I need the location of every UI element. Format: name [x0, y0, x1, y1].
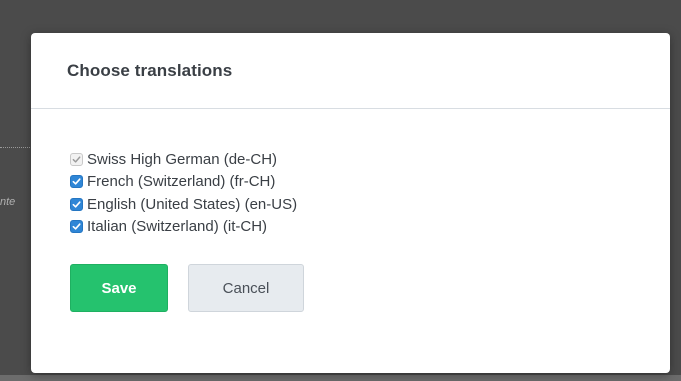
check-icon	[72, 178, 81, 185]
checkbox-en-us[interactable]	[70, 197, 83, 211]
translations-dialog: Choose translations Swiss High German (d…	[31, 33, 670, 373]
option-label: French (Switzerland) (fr-CH)	[87, 173, 276, 191]
background-footer	[0, 375, 681, 381]
option-en-us[interactable]: English (United States) (en-US)	[70, 193, 670, 216]
dialog-title: Choose translations	[67, 60, 233, 80]
dialog-body: Swiss High German (de-CH) French (Switze…	[31, 109, 670, 312]
option-label: Swiss High German (de-CH)	[87, 150, 278, 168]
option-label: English (United States) (en-US)	[87, 195, 298, 213]
checkbox-fr-ch[interactable]	[70, 175, 83, 189]
option-fr-ch[interactable]: French (Switzerland) (fr-CH)	[70, 171, 670, 194]
check-icon	[72, 156, 81, 163]
option-label: Italian (Switzerland) (it-CH)	[87, 218, 268, 236]
background-divider	[0, 147, 30, 148]
cancel-button[interactable]: Cancel	[188, 264, 304, 312]
background-text: nte	[0, 196, 16, 208]
option-it-ch[interactable]: Italian (Switzerland) (it-CH)	[70, 216, 670, 239]
dialog-actions: Save Cancel	[70, 264, 670, 312]
check-icon	[72, 201, 81, 208]
checkbox-de-ch	[70, 152, 83, 166]
save-button[interactable]: Save	[70, 264, 168, 312]
check-icon	[72, 223, 81, 230]
checkbox-it-ch[interactable]	[70, 220, 83, 234]
option-de-ch[interactable]: Swiss High German (de-CH)	[70, 148, 670, 171]
dialog-header: Choose translations	[31, 33, 670, 109]
